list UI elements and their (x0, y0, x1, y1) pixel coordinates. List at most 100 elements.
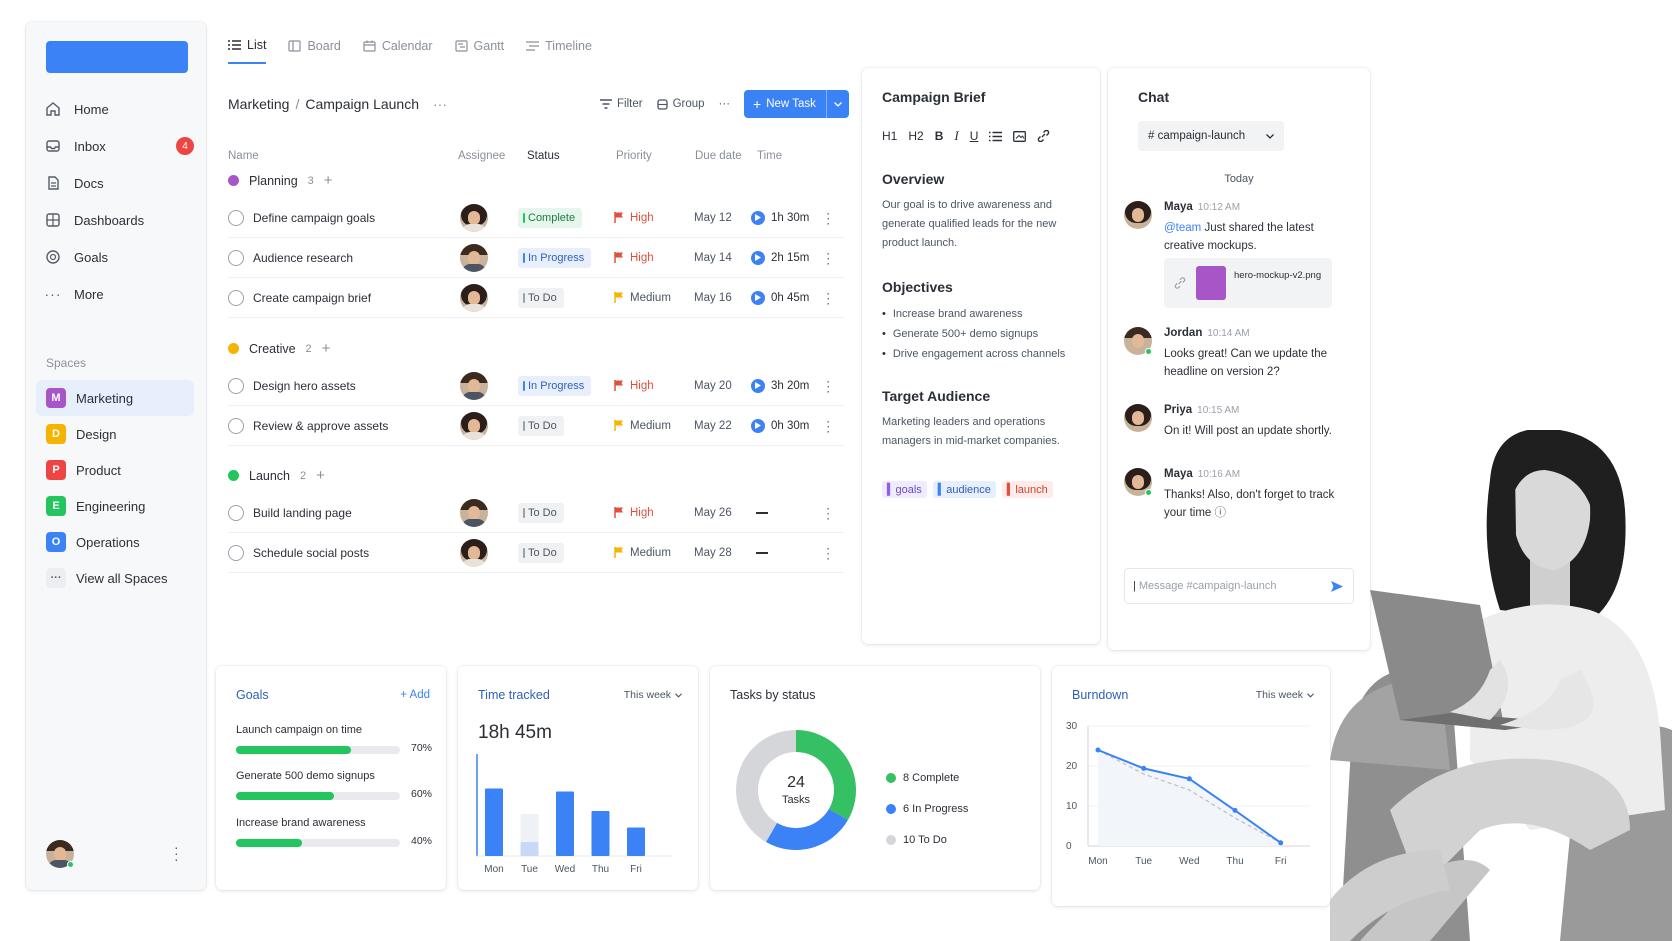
sidebar-item-inbox[interactable]: Inbox 4 (44, 131, 194, 161)
assignee-avatar[interactable] (460, 203, 488, 232)
add-goal-button[interactable]: + Add (400, 689, 430, 701)
time-tracker[interactable]: 1h 30m (751, 210, 809, 225)
task-name[interactable]: Audience research (253, 251, 353, 265)
goal-item[interactable]: Increase brand awareness 40% (236, 817, 432, 847)
sidebar-item-more[interactable]: ··· More (44, 279, 194, 309)
assignee-avatar[interactable] (460, 243, 488, 272)
time-tracker[interactable]: 3h 20m (751, 378, 809, 393)
play-icon[interactable] (751, 418, 765, 433)
space-item-product[interactable]: P Product (36, 452, 194, 488)
priority-flag[interactable]: Medium (614, 292, 671, 304)
status-badge[interactable]: In Progress (518, 375, 592, 396)
task-name[interactable]: Schedule social posts (253, 546, 369, 560)
underline-button[interactable]: U (970, 129, 979, 143)
toolbar-more-icon[interactable]: ··· (719, 98, 731, 110)
goal-item[interactable]: Launch campaign on time 70% (236, 724, 432, 754)
task-checkbox[interactable] (228, 377, 244, 394)
priority-flag[interactable]: Medium (614, 547, 671, 559)
play-icon[interactable] (751, 210, 765, 225)
tag-audience[interactable]: ▍audience (932, 481, 996, 498)
task-checkbox[interactable] (228, 209, 244, 226)
tag-launch[interactable]: ▍launch (1001, 481, 1053, 498)
column-header-assignee[interactable]: Assignee (458, 150, 505, 162)
avatar[interactable] (1124, 404, 1152, 432)
status-badge[interactable]: To Do (518, 287, 564, 308)
column-header-time[interactable]: Time (757, 150, 782, 162)
pie-slice-in-progress[interactable] (766, 809, 848, 850)
mention-link[interactable]: @team (1164, 222, 1201, 234)
status-badge[interactable]: To Do (518, 542, 564, 563)
task-row[interactable]: Create campaign brief To Do Medium May 16 0h… (228, 278, 844, 318)
user-menu-kebab-icon[interactable]: · · · (174, 840, 179, 866)
tag-goals[interactable]: ▍goals (882, 481, 927, 498)
task-checkbox[interactable] (228, 544, 244, 561)
assignee-avatar[interactable] (460, 538, 488, 567)
task-checkbox[interactable] (228, 249, 244, 266)
task-checkbox[interactable] (228, 289, 244, 306)
status-badge[interactable]: In Progress (518, 247, 592, 268)
priority-flag[interactable]: High (614, 252, 654, 264)
task-row[interactable]: Audience research In Progress High May 14 2h… (228, 238, 844, 278)
due-date[interactable]: May 20 (694, 380, 732, 392)
task-row[interactable]: Review & approve assets To Do Medium May 22… (228, 406, 844, 446)
sidebar-item-docs[interactable]: Docs (44, 168, 194, 198)
assignee-avatar[interactable] (460, 371, 488, 400)
status-badge[interactable]: To Do (518, 415, 564, 436)
task-checkbox[interactable] (228, 504, 244, 521)
message-input[interactable]: | Message #campaign-launch (1124, 568, 1354, 604)
new-task-label-area[interactable]: + New Task (744, 90, 827, 118)
burndown-range-select[interactable]: This week (1256, 689, 1314, 701)
task-checkbox[interactable] (228, 417, 244, 434)
status-badge[interactable]: To Do (518, 502, 564, 523)
space-item-design[interactable]: D Design (36, 416, 194, 452)
group-button[interactable]: Group (656, 98, 705, 110)
task-group-header[interactable]: Launch 2 + (228, 467, 325, 484)
link-icon[interactable] (1037, 130, 1050, 142)
time-tracker[interactable]: 0h 45m (751, 290, 809, 305)
task-row[interactable]: Build landing page To Do High May 26 · · · (228, 493, 844, 533)
time-tracker[interactable]: 0h 30m (751, 418, 809, 433)
play-icon[interactable] (751, 378, 765, 393)
bold-button[interactable]: B (935, 129, 944, 143)
sidebar-item-goals[interactable]: Goals (44, 242, 194, 272)
time-range-select[interactable]: This week (624, 689, 682, 701)
due-date[interactable]: May 22 (694, 420, 732, 432)
row-menu-kebab-icon[interactable]: · · · (826, 501, 830, 524)
goal-item[interactable]: Generate 500 demo signups 60% (236, 770, 432, 800)
assignee-avatar[interactable] (460, 498, 488, 527)
bullet-list-icon[interactable] (989, 131, 1003, 142)
heading2-button[interactable]: H2 (908, 129, 923, 143)
row-menu-kebab-icon[interactable]: · · · (826, 286, 830, 309)
task-row[interactable]: Design hero assets In Progress High May 20 3… (228, 366, 844, 406)
row-menu-kebab-icon[interactable]: · · · (826, 206, 830, 229)
view-all-spaces-link[interactable]: ··· View all Spaces (36, 560, 194, 596)
due-date[interactable]: May 28 (694, 547, 732, 559)
task-name[interactable]: Review & approve assets (253, 419, 388, 433)
breadcrumb-more-icon[interactable]: ··· (433, 96, 447, 112)
image-icon[interactable] (1013, 130, 1027, 142)
column-header-status[interactable]: Status (527, 150, 560, 162)
status-badge[interactable]: Complete (518, 207, 583, 228)
filter-button[interactable]: Filter (600, 98, 643, 110)
add-task-icon[interactable]: + (322, 340, 331, 357)
avatar[interactable] (1124, 201, 1152, 229)
sidebar-item-dashboards[interactable]: Dashboards (44, 205, 194, 235)
italic-button[interactable]: I (954, 128, 958, 144)
row-menu-kebab-icon[interactable]: · · · (826, 374, 830, 397)
task-name[interactable]: Create campaign brief (253, 291, 371, 305)
tab-list[interactable]: List (228, 38, 267, 64)
avatar[interactable] (1124, 327, 1152, 355)
new-task-dropdown-icon[interactable] (827, 101, 849, 107)
time-tracker[interactable]: 2h 15m (751, 250, 809, 265)
priority-flag[interactable]: High (614, 380, 654, 392)
breadcrumb-parent[interactable]: Marketing (228, 96, 289, 112)
due-date[interactable]: May 12 (694, 212, 732, 224)
task-name[interactable]: Define campaign goals (253, 211, 375, 225)
priority-flag[interactable]: Medium (614, 420, 671, 432)
add-task-icon[interactable]: + (324, 172, 333, 189)
file-attachment[interactable]: hero-mockup-v2.png (1164, 258, 1332, 308)
tab-gantt[interactable]: Gantt (454, 38, 504, 64)
tab-timeline[interactable]: Timeline (526, 38, 592, 64)
row-menu-kebab-icon[interactable]: · · · (826, 414, 830, 437)
due-date[interactable]: May 16 (694, 292, 732, 304)
